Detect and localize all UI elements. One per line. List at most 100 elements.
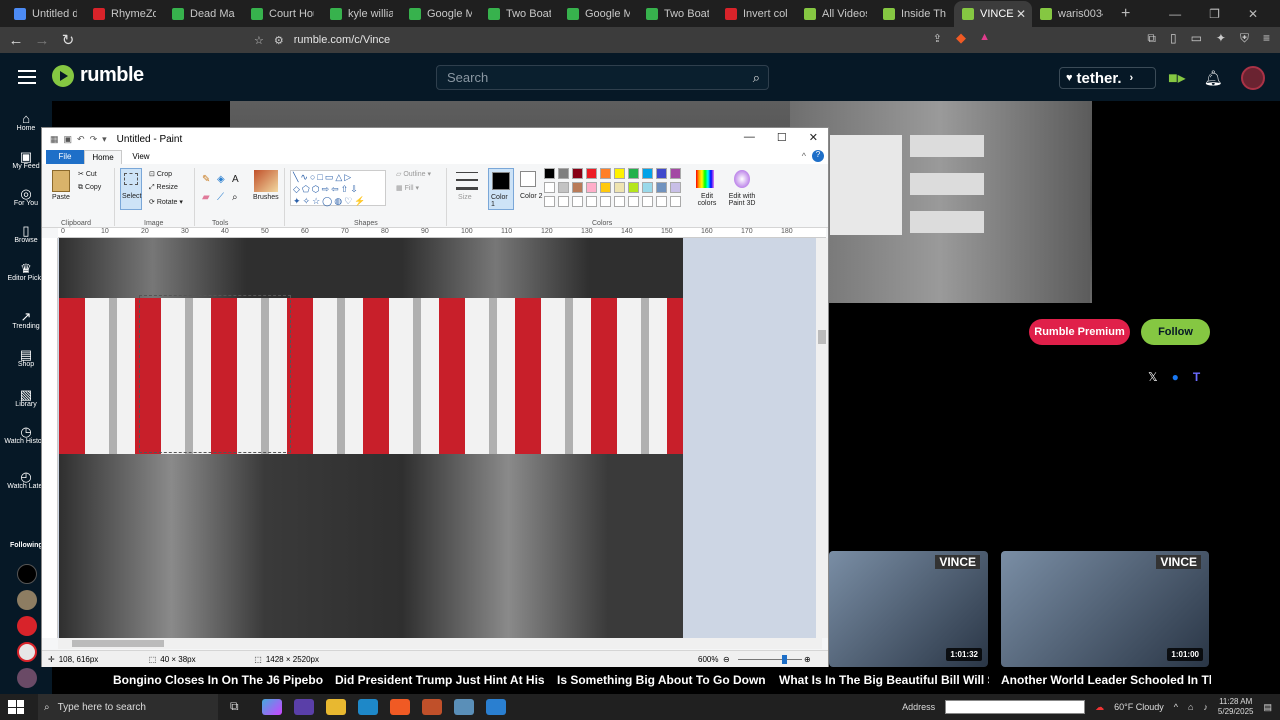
palette-color-swatch[interactable] [558, 168, 569, 179]
palette-color-swatch[interactable] [614, 168, 625, 179]
resize-button[interactable]: ⤢ Resize [149, 184, 178, 192]
palette-color-swatch[interactable] [656, 182, 667, 193]
tab-home[interactable]: Home [84, 150, 122, 164]
app-icon[interactable] [422, 699, 442, 715]
restore-icon[interactable]: ❐ [1209, 7, 1220, 21]
following-channel-avatar[interactable] [17, 668, 37, 688]
paint-canvas[interactable] [59, 238, 683, 638]
palette-color-swatch[interactable] [544, 168, 555, 179]
cut-button[interactable]: ✂ Cut [78, 170, 97, 178]
collapse-ribbon-icon[interactable]: ^ [802, 151, 806, 161]
selection-marquee[interactable] [139, 295, 291, 453]
horizontal-scrollbar[interactable] [58, 638, 822, 649]
select-button[interactable]: Select [120, 168, 142, 210]
browser-tab[interactable]: Inside The El [875, 1, 954, 27]
volume-icon[interactable]: ♪ [1203, 702, 1208, 712]
address-bar[interactable]: ☆ ⚙ rumble.com/c/Vince ⇪ ◆ ▲ [254, 29, 1000, 51]
hamburger-menu-icon[interactable] [18, 70, 36, 84]
browser-tab[interactable]: kyle williams [322, 1, 401, 27]
notifications-icon[interactable]: ▤ [1263, 702, 1272, 713]
copilot-icon[interactable] [262, 699, 282, 715]
search-input[interactable]: Search ⌕ [436, 65, 769, 90]
palette-color-swatch[interactable] [600, 182, 611, 193]
browser-tab[interactable]: Untitled doc [6, 1, 85, 27]
custom-color-swatch[interactable] [614, 196, 625, 207]
clock[interactable]: 11:28 AM 5/29/2025 [1218, 697, 1254, 717]
browser-tab[interactable]: Google Maps [401, 1, 480, 27]
facebook-icon[interactable]: ● [1172, 370, 1179, 384]
windows-start-icon[interactable] [8, 700, 24, 714]
palette-color-swatch[interactable] [656, 168, 667, 179]
taskbar-search[interactable]: ⌕ Type here to search [38, 694, 218, 720]
size-icon[interactable] [456, 172, 478, 190]
custom-color-swatch[interactable] [544, 196, 555, 207]
video-title[interactable]: Another World Leader Schooled In The Ova… [1001, 673, 1211, 694]
save-icon[interactable]: ▣ [64, 134, 73, 145]
extensions-icon[interactable]: ⧉ [1147, 31, 1156, 46]
minimize-icon[interactable]: — [1169, 7, 1181, 21]
video-title[interactable]: Is Something Big About To Go Down In Was… [557, 673, 767, 694]
edit-colors-icon[interactable] [696, 170, 714, 188]
palette-color-swatch[interactable] [670, 182, 681, 193]
palette-color-swatch[interactable] [628, 182, 639, 193]
pencil-icon[interactable]: ✎ [202, 174, 210, 185]
browser-tab[interactable]: RhymeZone [85, 1, 164, 27]
tab-close-icon[interactable]: ✕ [1016, 7, 1026, 21]
size-button[interactable]: Size [458, 194, 472, 201]
customize-qat-icon[interactable]: ▾ [102, 134, 107, 145]
browser-tab[interactable]: waris0034 [1032, 1, 1111, 27]
palette-color-swatch[interactable] [586, 182, 597, 193]
rumble-premium-button[interactable]: Rumble Premium [1029, 319, 1130, 345]
bookmark-icon[interactable]: ☆ [254, 34, 264, 47]
outline-dropdown[interactable]: ▱ Outline ▾ [396, 170, 431, 178]
rewards-icon[interactable]: ▲ [979, 31, 990, 43]
following-channel-avatar[interactable] [17, 616, 37, 636]
reload-icon[interactable]: ↻ [58, 31, 78, 49]
paste-icon[interactable] [52, 170, 70, 192]
following-channel-avatar[interactable] [17, 590, 37, 610]
zoom-slider[interactable] [738, 655, 802, 664]
eraser-icon[interactable]: ▰ [202, 192, 210, 203]
palette-color-swatch[interactable] [642, 168, 653, 179]
paste-button[interactable]: Paste [52, 194, 70, 201]
tab-view[interactable]: View [122, 150, 160, 164]
brave-shield-icon[interactable]: ◆ [956, 30, 966, 46]
menu-icon[interactable]: ≡ [1263, 31, 1270, 46]
wallet-icon[interactable]: ▭ [1191, 31, 1202, 46]
file-explorer-icon[interactable] [326, 699, 346, 715]
palette-color-swatch[interactable] [628, 168, 639, 179]
paint-taskbar-icon[interactable] [486, 699, 506, 715]
custom-color-swatch[interactable] [558, 196, 569, 207]
magnifier-icon[interactable]: ⌕ [232, 192, 238, 203]
help-icon[interactable]: ? [812, 150, 824, 162]
palette-color-swatch[interactable] [642, 182, 653, 193]
zoom-out-icon[interactable]: ⊖ [723, 655, 730, 664]
text-tool-icon[interactable]: A [232, 174, 239, 185]
tray-chevron-icon[interactable]: ^ [1174, 702, 1178, 712]
video-thumbnail[interactable]: VINCE 1:01:00 [1001, 551, 1209, 667]
browser-tab[interactable]: Dead Man's [164, 1, 243, 27]
browser-tab[interactable]: Two Boats Pl [638, 1, 717, 27]
copy-button[interactable]: ⧉ Copy [78, 184, 101, 192]
user-avatar[interactable] [1240, 66, 1265, 90]
notification-bell-icon[interactable]: 🔔︎ [1204, 69, 1223, 87]
new-tab-icon[interactable]: + [1121, 5, 1130, 23]
address-toolbar-input[interactable] [945, 700, 1086, 714]
maximize-icon[interactable]: ☐ [777, 131, 787, 144]
weather-text[interactable]: 60°F Cloudy [1114, 702, 1164, 712]
following-channel-avatar[interactable] [17, 642, 37, 662]
back-icon[interactable]: ← [6, 32, 26, 49]
palette-color-swatch[interactable] [558, 182, 569, 193]
edit-with-paint3d-button[interactable]: Edit with Paint 3D [722, 193, 762, 207]
custom-color-swatch[interactable] [656, 196, 667, 207]
brushes-icon[interactable] [254, 170, 278, 192]
color-picker-icon[interactable]: ⟋ [217, 192, 224, 203]
shapes-gallery[interactable]: ╲∿○□▭△▷ ◇⬠⬡⇨⇦⇧⇩ ✦✧☆◯◍♡⚡ [290, 170, 386, 206]
vpn-icon[interactable]: ⛨ [1240, 31, 1249, 46]
crop-button[interactable]: ⊡ Crop [149, 170, 172, 178]
upload-video-icon[interactable]: ■▸ [1168, 68, 1186, 88]
video-title[interactable]: Bongino Closes In On The J6 Pipebomber &… [113, 673, 323, 694]
palette-color-swatch[interactable] [670, 168, 681, 179]
palette-color-swatch[interactable] [572, 182, 583, 193]
task-view-icon[interactable]: ⧉ [230, 699, 250, 715]
